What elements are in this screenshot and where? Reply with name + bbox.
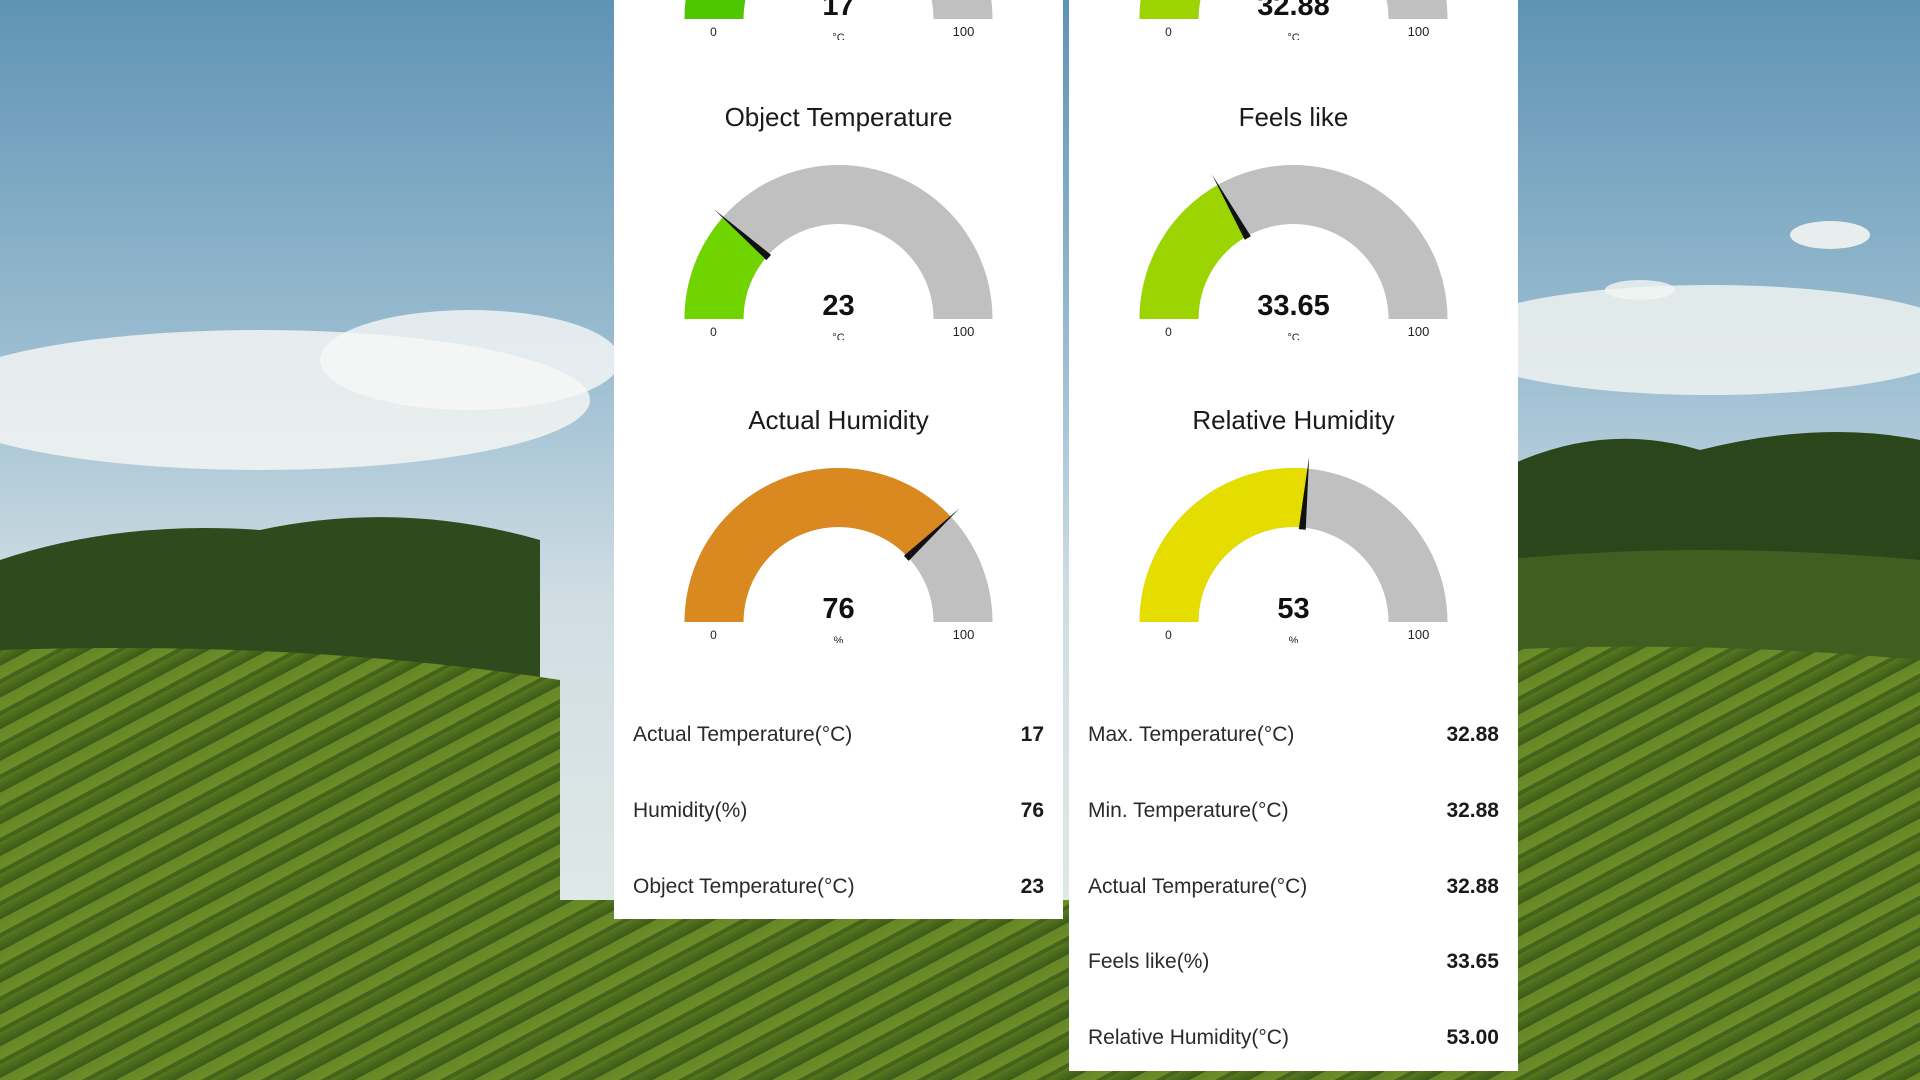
stat-value: 23 <box>1020 875 1044 898</box>
gauge-value: 53 <box>1277 593 1309 625</box>
stat-label: Relative Humidity(°C) <box>1088 1026 1289 1049</box>
stat-value: 76 <box>1020 799 1044 822</box>
gauge-relative-humidity: Relative Humidity 53% 0 100 <box>1069 303 1518 643</box>
stat-value: 32.88 <box>1446 875 1499 898</box>
gauge-dial: 76% 0 100 <box>684 467 993 643</box>
stat-value: 32.88 <box>1446 723 1499 746</box>
stat-label: Actual Temperature(°C) <box>1088 875 1308 898</box>
gauge-min-label: 0 <box>1165 628 1172 642</box>
stat-label: Actual Temperature(°C) <box>633 723 853 746</box>
stat-row-object-temperature: Object Temperature(°C) 23 <box>633 867 1044 907</box>
stat-label: Humidity(%) <box>633 799 748 822</box>
stat-row-feels-like: Feels like(%) 33.65 <box>1088 942 1499 982</box>
stat-label: Feels like(%) <box>1088 950 1210 973</box>
stat-label: Min. Temperature(°C) <box>1088 799 1289 822</box>
gauge-dial: 33.65°C0 100 <box>1139 165 1448 340</box>
stat-label: Max. Temperature(°C) <box>1088 723 1295 746</box>
stat-value: 17 <box>1020 723 1044 746</box>
gauge-unit: % <box>1289 635 1299 643</box>
stat-value: 32.88 <box>1446 799 1499 822</box>
gauge-max-label: 100 <box>953 627 975 642</box>
gauge-unit: % <box>834 635 844 643</box>
stat-label: Object Temperature(°C) <box>633 875 855 898</box>
gauge-fill <box>684 467 951 622</box>
stat-row-relative-humidity: Relative Humidity(°C) 53.00 <box>1088 1018 1499 1058</box>
gauge-feels-like: Feels like 33.65 °C 0 100 <box>1069 0 1518 340</box>
gauge-actual-humidity: Actual Humidity 76% 0 100 <box>614 303 1063 643</box>
stat-value: 53.00 <box>1446 1026 1499 1049</box>
gauge-value: 76 <box>822 593 854 625</box>
stat-row-max-temperature: Max. Temperature(°C) 32.88 <box>1088 715 1499 755</box>
gauge-min-label: 0 <box>710 628 717 642</box>
stat-row-actual-temperature: Actual Temperature(°C) 17 <box>633 715 1044 755</box>
stat-row-actual-temperature: Actual Temperature(°C) 32.88 <box>1088 867 1499 907</box>
stat-value: 33.65 <box>1446 950 1499 973</box>
sensor-panel-right: 32.88 °C 0 100 Feels like 33.65 °C 0 100 Relat… <box>1069 0 1518 1071</box>
sensor-panel-left: 17 °C 0 100 Object Temperature 23 °C 0 100 Act… <box>614 0 1063 919</box>
gauge-dial: 23°C0 100 <box>684 165 993 340</box>
stat-row-min-temperature: Min. Temperature(°C) 32.88 <box>1088 791 1499 831</box>
stat-row-humidity: Humidity(%) 76 <box>633 791 1044 831</box>
gauge-object-temperature: Object Temperature 23 °C 0 100 <box>614 0 1063 340</box>
gauge-max-label: 100 <box>1408 627 1430 642</box>
gauge-dial: 53% 0 100 <box>1139 456 1448 643</box>
